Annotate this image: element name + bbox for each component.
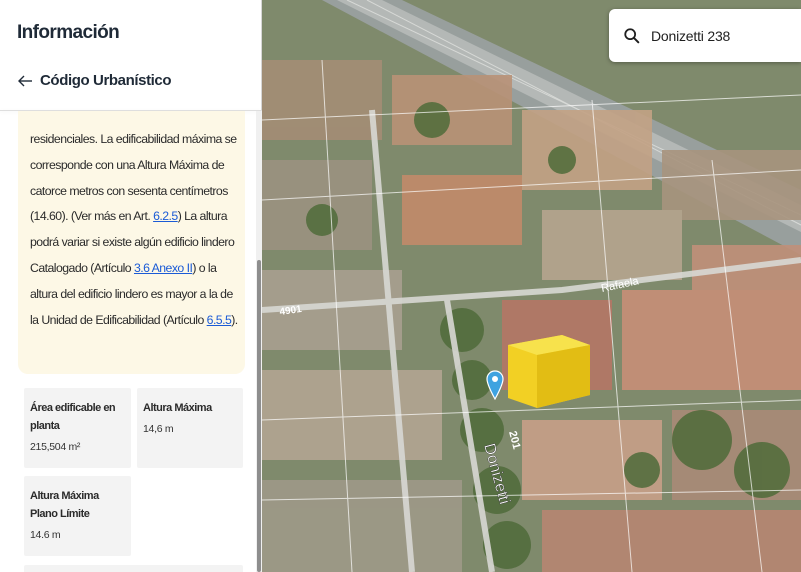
stat-label: Altura Máxima xyxy=(143,402,212,414)
stat-altura-plano-limite: Altura Máxima Plano Límite 14.6 m xyxy=(24,476,131,556)
search-input[interactable]: Donizetti 238 xyxy=(651,28,730,44)
stat-value: 215,504 m² xyxy=(30,441,81,453)
stat-next xyxy=(24,565,243,572)
arrow-left-icon xyxy=(18,75,32,86)
stat-area-edificable: Área edificable en planta 215,504 m² xyxy=(24,388,131,468)
article-link-6-5-5[interactable]: 6.5.5 xyxy=(207,313,232,327)
stat-value: 14,6 m xyxy=(143,423,174,435)
panel-title: Información xyxy=(17,22,120,43)
map-view[interactable]: Donizetti 201 Rafaela 4901 xyxy=(262,0,801,572)
stat-value: 14.6 m xyxy=(30,529,61,541)
info-text: residenciales. La edificabilidad máxima … xyxy=(30,127,240,333)
stat-altura-maxima: Altura Máxima 14,6 m xyxy=(137,388,243,468)
location-pin-icon[interactable] xyxy=(486,370,504,400)
stat-label: Área edificable en planta xyxy=(30,402,116,432)
aerial-map: Donizetti 201 Rafaela 4901 xyxy=(262,0,801,572)
article-link-6-2-5[interactable]: 6.2.5 xyxy=(153,209,178,223)
stat-label: Altura Máxima Plano Límite xyxy=(30,490,99,520)
info-card: residenciales. La edificabilidad máxima … xyxy=(18,111,245,374)
article-link-3-6-anexo-ii[interactable]: 3.6 Anexo II xyxy=(134,261,193,275)
back-label: Código Urbanístico xyxy=(40,72,172,89)
panel-scroll-area[interactable]: residenciales. La edificabilidad máxima … xyxy=(0,111,262,572)
scrollbar-thumb[interactable] xyxy=(257,260,261,572)
back-button[interactable]: Código Urbanístico xyxy=(17,72,172,89)
search-icon xyxy=(624,27,640,43)
info-panel: Información Código Urbanístico residenci… xyxy=(0,0,262,572)
search-box[interactable]: Donizetti 238 xyxy=(609,9,801,62)
info-text-part: ). xyxy=(231,312,238,327)
